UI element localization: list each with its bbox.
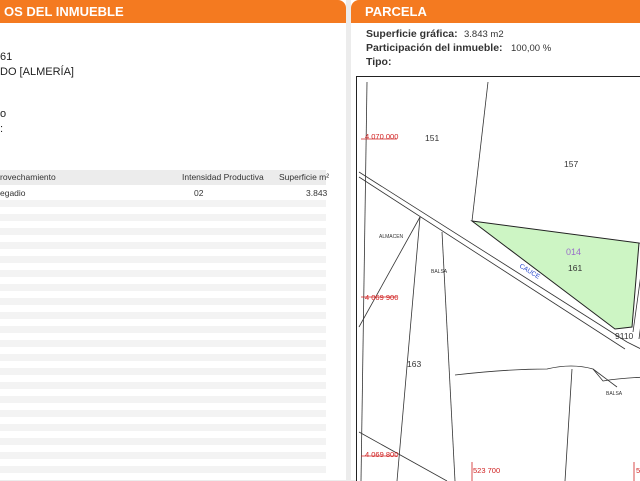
- empty-table-row: [0, 242, 326, 249]
- empty-table-row: [0, 424, 326, 431]
- parcel-label-161: 161: [568, 263, 582, 273]
- empty-table-row: [0, 256, 326, 263]
- coord-label-y1: 4 070 000: [365, 132, 398, 141]
- cultivation-table-header: rovechamiento Intensidad Productiva Supe…: [0, 170, 330, 185]
- parcel-header: PARCELA: [351, 0, 640, 23]
- empty-table-row: [0, 298, 326, 305]
- boundary-line: [396, 216, 421, 481]
- empty-table-row: [0, 200, 326, 207]
- property-class-line: o: [0, 108, 7, 120]
- empty-table-row: [0, 410, 326, 417]
- coord-label-y2: 4 069 900: [365, 293, 398, 302]
- empty-table-row: [0, 438, 326, 445]
- empty-table-row: [0, 214, 326, 221]
- empty-table-row: [0, 396, 326, 403]
- parcel-label-014: 014: [566, 247, 581, 257]
- selected-parcel-014[interactable]: [470, 220, 640, 330]
- graphic-area-label: Superficie gráfica:: [366, 28, 458, 40]
- empty-table-row: [0, 228, 326, 235]
- empty-table-row: [0, 452, 326, 459]
- boundary-line: [564, 368, 573, 481]
- property-data-panel: OS DEL INMUEBLE 61 DO [ALMERÍA] o : rove…: [0, 0, 346, 480]
- col-header-area: Superficie m²: [279, 172, 330, 182]
- map-label-balsa-2: BALSA: [606, 391, 623, 397]
- participation-value: 100,00 %: [511, 43, 552, 54]
- empty-table-row: [0, 326, 326, 333]
- map-label-almacen: ALMACEN: [379, 234, 404, 240]
- parcel-panel: PARCELA Superficie gráfica: 3.843 m2 Par…: [351, 0, 640, 481]
- property-data-header: OS DEL INMUEBLE: [0, 0, 346, 23]
- property-ref-line: 61: [0, 51, 13, 63]
- participation-label: Participación del inmueble:: [366, 42, 503, 54]
- parcel-label-157: 157: [564, 159, 578, 169]
- graphic-area-value: 3.843 m2: [464, 29, 504, 40]
- parcel-label-151: 151: [425, 133, 439, 143]
- coord-label-y3: 4 069 800: [365, 450, 398, 459]
- empty-table-row: [0, 382, 326, 389]
- cadastral-map[interactable]: 4 070 000 4 069 900 4 069 800 523 700 5 …: [356, 76, 640, 481]
- property-location-line: DO [ALMERÍA]: [0, 66, 74, 78]
- coord-label-x2: 5: [636, 466, 640, 475]
- property-use-line: :: [0, 123, 4, 135]
- coord-label-x1: 523 700: [473, 466, 500, 475]
- boundary-line: [626, 341, 640, 349]
- boundary-line: [360, 81, 368, 481]
- boundary-line: [592, 368, 618, 388]
- boundary-line: [454, 365, 640, 382]
- empty-table-row: [0, 466, 326, 473]
- empty-table-row: [0, 312, 326, 319]
- cadastral-map-svg: 4 070 000 4 069 900 4 069 800 523 700 5 …: [358, 81, 640, 481]
- cell-intensity: 02: [194, 188, 204, 198]
- empty-table-row: [0, 354, 326, 361]
- empty-table-row: [0, 340, 326, 347]
- empty-table-row: [0, 368, 326, 375]
- empty-table-row: [0, 284, 326, 291]
- type-label: Tipo:: [366, 56, 392, 68]
- empty-table-row: [0, 270, 326, 277]
- cell-area: 3.843: [306, 188, 328, 198]
- cell-use: egadio: [0, 188, 26, 198]
- boundary-line: [471, 81, 489, 222]
- map-label-balsa-1: BALSA: [431, 269, 448, 275]
- parcel-label-9110: 9110: [615, 331, 634, 341]
- col-header-intensity: Intensidad Productiva: [182, 172, 264, 182]
- col-header-use: rovechamiento: [0, 172, 56, 182]
- parcel-label-163: 163: [407, 359, 421, 369]
